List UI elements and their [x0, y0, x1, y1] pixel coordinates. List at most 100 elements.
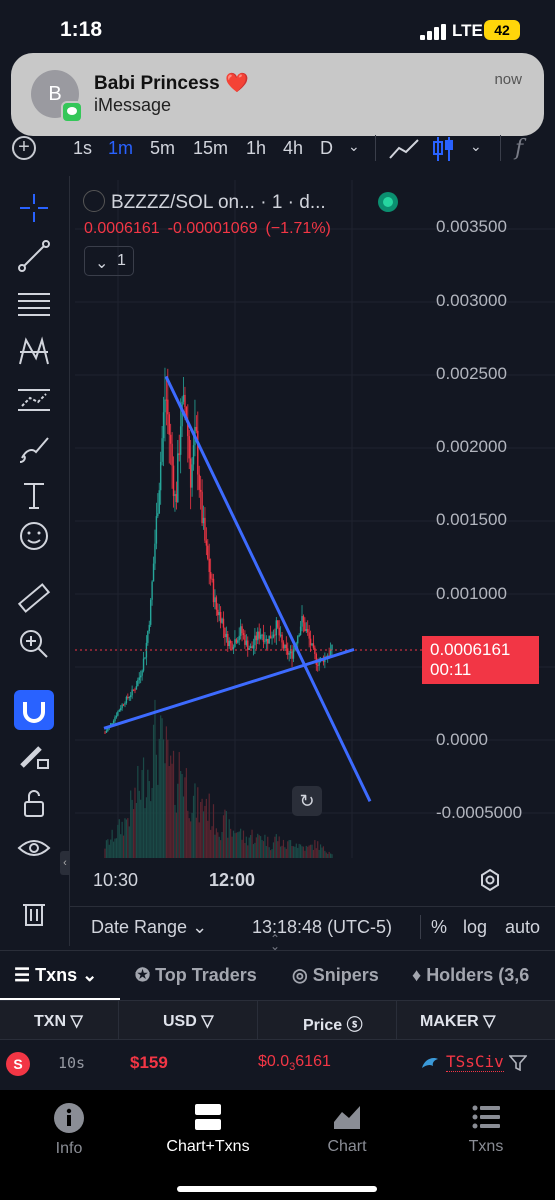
info-icon	[54, 1103, 84, 1133]
sell-badge: S	[6, 1052, 30, 1076]
zoom-in-icon[interactable]	[14, 624, 54, 664]
timeframe-5m[interactable]: 5m	[150, 138, 175, 159]
date-range-label: Date Range	[91, 917, 188, 937]
notification-banner[interactable]: B Babi Princess ❤️ iMessage now	[11, 53, 544, 136]
y-tick-label: -0.0005000	[436, 803, 523, 822]
filter-icon[interactable]	[509, 1055, 527, 1071]
trash-icon[interactable]	[14, 894, 54, 934]
y-tick-label: 0.002500	[436, 364, 507, 383]
price-row: 0.0006161 -0.00001069 (−1.71%)	[84, 220, 339, 238]
nav-chart-txns-label: Chart+Txns	[166, 1138, 250, 1155]
resize-handle-icon[interactable]: ⌃ ⌄	[270, 933, 280, 952]
pattern-icon[interactable]	[14, 332, 54, 372]
chevron-down-icon: ⌄	[82, 965, 98, 985]
brush-icon[interactable]	[14, 428, 54, 468]
dolphin-icon	[422, 1058, 438, 1068]
symbol-interval: · 1 · d...	[260, 192, 326, 213]
timeframe-4h[interactable]: 4h	[283, 138, 303, 159]
pencil-lock-icon[interactable]	[14, 736, 54, 776]
divider	[118, 1001, 119, 1041]
line-chart-icon[interactable]	[389, 138, 419, 160]
table-row[interactable]: S 10s $159 $0.036161 TSsCiv	[0, 1040, 555, 1088]
candlestick-icon[interactable]	[433, 136, 455, 162]
status-time: 1:18	[60, 18, 103, 41]
list-icon	[472, 1105, 500, 1129]
area-chart-icon	[334, 1106, 360, 1129]
timeframe-1m[interactable]: 1m	[108, 138, 133, 159]
date-range-button[interactable]: Date Range ⌄	[91, 917, 207, 938]
txn-maker[interactable]: TSsCiv	[446, 1052, 504, 1072]
chart-settings-icon[interactable]	[478, 868, 502, 892]
bar-countdown: 00:11	[430, 660, 472, 679]
log-scale-toggle[interactable]: log	[463, 917, 487, 938]
column-price[interactable]: Price ⓢ	[303, 1011, 363, 1035]
percent-scale-toggle[interactable]: %	[431, 917, 447, 938]
nav-info-label: Info	[55, 1140, 83, 1157]
currency-icon: ⓢ	[346, 1017, 363, 1034]
notification-title: Babi Princess ❤️	[94, 73, 249, 94]
unlock-icon[interactable]	[14, 784, 54, 824]
nav-txns-label: Txns	[468, 1138, 504, 1155]
sliders-icon: ☰	[14, 965, 36, 985]
timeframe-1h[interactable]: 1h	[246, 138, 266, 159]
last-price-value: 0.0006161	[430, 640, 511, 659]
timeframe-15m[interactable]: 15m	[193, 138, 228, 159]
tab-holders[interactable]: ♦ Holders (3,6	[412, 965, 529, 986]
column-txn[interactable]: TXN ▽	[34, 1011, 83, 1031]
auto-scale-toggle[interactable]: auto	[505, 917, 540, 938]
divider	[396, 1001, 397, 1041]
fib-retracement-icon[interactable]	[14, 284, 54, 324]
tab-top-traders[interactable]: ✪ Top Traders	[135, 965, 257, 986]
divider	[420, 915, 421, 939]
network-type: LTE	[452, 21, 483, 40]
timeframe-d[interactable]: D	[320, 138, 333, 159]
indicators-icon[interactable]: f	[515, 136, 523, 161]
forecast-icon[interactable]	[14, 380, 54, 420]
y-tick-label: 0.0000	[436, 730, 488, 749]
txn-table-header: TXN ▽ USD ▽ Price ⓢ MAKER ▽	[0, 1000, 555, 1041]
nav-info[interactable]: Info	[9, 1102, 129, 1158]
eye-icon[interactable]	[14, 828, 54, 868]
nav-txns[interactable]: Txns	[426, 1102, 546, 1156]
text-tool-icon[interactable]	[14, 476, 54, 516]
market-status-icon	[378, 192, 398, 212]
chevron-down-icon[interactable]: ⌄	[348, 138, 360, 155]
tab-snipers[interactable]: ◎ Snipers	[292, 965, 379, 986]
filter-icon: ▽	[201, 1013, 214, 1030]
column-usd[interactable]: USD ▽	[163, 1011, 214, 1031]
nav-chart-txns[interactable]: Chart+Txns	[148, 1102, 268, 1156]
column-txn-label: TXN	[34, 1013, 66, 1030]
txn-price: $0.036161	[258, 1053, 331, 1073]
x-tick-label: 10:30	[93, 870, 139, 890]
trendline-icon[interactable]	[14, 236, 54, 276]
signal-icon	[420, 24, 446, 40]
price-prefix: $0.0	[258, 1053, 290, 1070]
chevron-left-icon[interactable]: ‹	[60, 851, 70, 875]
symbol-name[interactable]: BZZZZ/SOL on...	[111, 192, 255, 213]
indicator-count: 1	[117, 252, 126, 269]
emoji-icon[interactable]	[14, 516, 54, 556]
chart-legend: BZZZZ/SOL on... · 1 · d...	[83, 190, 326, 214]
txn-usd: $159	[130, 1053, 168, 1072]
bottom-navigation: Info Chart+Txns Chart Txns	[0, 1090, 555, 1200]
drawing-toolbar	[0, 176, 70, 946]
tab-snipers-label: Snipers	[312, 965, 379, 985]
add-symbol-button[interactable]: +	[12, 136, 36, 160]
column-maker[interactable]: MAKER ▽	[420, 1011, 495, 1031]
ruler-icon[interactable]	[14, 578, 54, 618]
x-tick-label: 12:00	[209, 870, 256, 890]
price-digits: 6161	[295, 1053, 331, 1070]
magnet-icon[interactable]	[14, 690, 54, 730]
collapse-indicators-button[interactable]: ⌄ 1	[84, 246, 134, 276]
notification-time: now	[494, 71, 522, 88]
chevron-down-icon[interactable]: ⌄	[470, 138, 482, 155]
chevron-down-icon: ⌄	[192, 917, 208, 937]
nav-chart-label: Chart	[327, 1138, 367, 1155]
column-usd-label: USD	[163, 1013, 197, 1030]
tab-txns[interactable]: ☰ Txns ⌄	[14, 965, 97, 986]
column-price-label: Price	[303, 1017, 343, 1034]
timeframe-1s[interactable]: 1s	[73, 138, 92, 159]
reset-chart-button[interactable]: ↻	[292, 786, 322, 816]
nav-chart[interactable]: Chart	[287, 1102, 407, 1156]
crosshair-icon[interactable]	[14, 188, 54, 228]
